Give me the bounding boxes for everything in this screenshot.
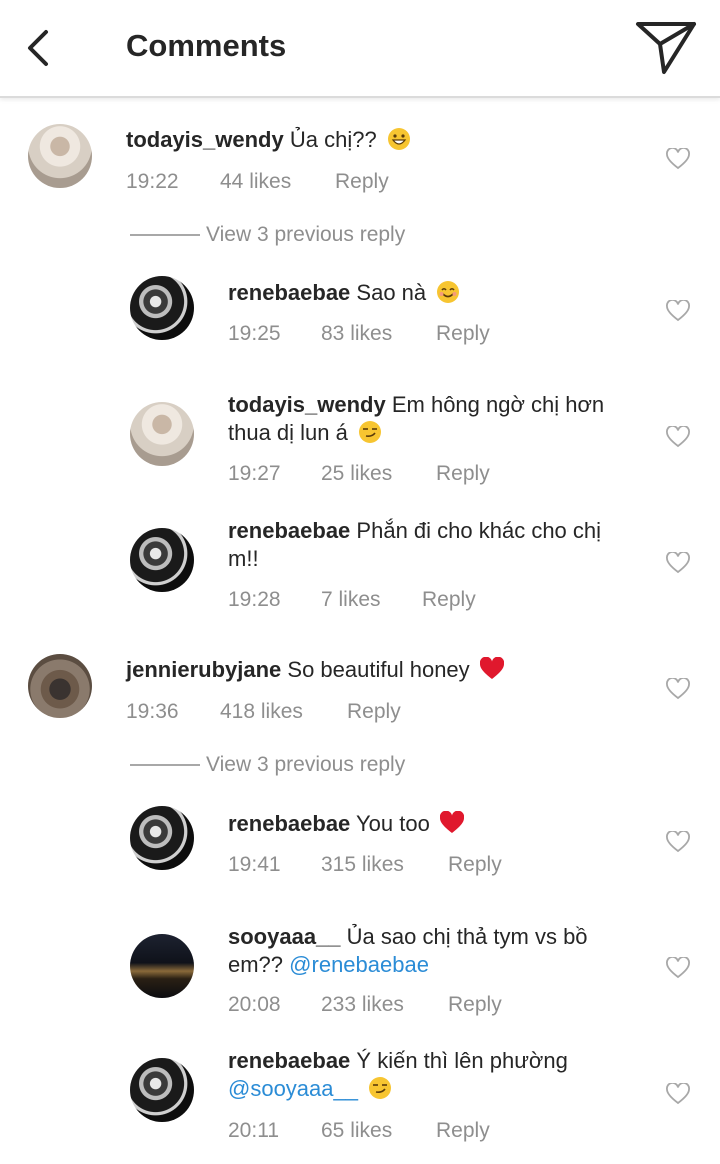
likes-count[interactable]: 233 likes <box>321 993 404 1017</box>
divider <box>130 764 200 767</box>
reply-button[interactable]: Reply <box>436 1119 490 1143</box>
smirk-emoji-icon <box>369 1077 392 1099</box>
username[interactable]: renebaebae <box>228 1048 350 1073</box>
likes-count[interactable]: 65 likes <box>321 1119 392 1143</box>
comment-body: Sao nà <box>356 280 427 305</box>
comment-time: 19:25 <box>228 322 281 345</box>
comment-body: thua dị lun á <box>228 420 348 445</box>
reply-button[interactable]: Reply <box>436 322 490 346</box>
view-previous-replies[interactable]: View 3 previous reply <box>130 753 405 777</box>
red-heart-emoji-icon <box>479 657 504 679</box>
mention-link[interactable]: @renebaebae <box>289 952 429 977</box>
avatar[interactable] <box>130 276 194 340</box>
comment-time: 20:08 <box>228 993 281 1016</box>
back-arrow-icon[interactable] <box>22 26 58 70</box>
username[interactable]: todayis_wendy <box>228 392 386 417</box>
comment-text: renebaebae You too <box>228 810 464 838</box>
avatar[interactable] <box>130 402 194 466</box>
username[interactable]: renebaebae <box>228 518 350 543</box>
comment-text-line2: em?? @renebaebae <box>228 951 429 979</box>
avatar[interactable] <box>130 934 194 998</box>
comment-text: renebaebae Sao nà <box>228 279 460 307</box>
comment-body: m!! <box>228 546 259 571</box>
header-bar: Comments <box>0 0 720 98</box>
reply-button[interactable]: Reply <box>448 993 502 1017</box>
like-heart-icon[interactable] <box>666 552 690 574</box>
reply-button[interactable]: Reply <box>448 853 502 877</box>
comment-body: Ủa sao chị thả tym vs bồ <box>346 924 588 949</box>
mention-link[interactable]: @sooyaaa__ <box>228 1076 358 1101</box>
username[interactable]: sooyaaa__ <box>228 924 341 949</box>
divider <box>130 234 200 237</box>
view-previous-label[interactable]: View 3 previous reply <box>206 753 405 776</box>
view-previous-label[interactable]: View 3 previous reply <box>206 223 405 246</box>
red-heart-emoji-icon <box>439 811 464 833</box>
comment-body: Em hông ngờ chị hơn <box>391 392 605 417</box>
comment-body: Phắn đi cho khác cho chị <box>356 518 602 543</box>
comment-text-line2: m!! <box>228 545 259 573</box>
avatar[interactable] <box>130 528 194 592</box>
comment-text-line2: thua dị lun á <box>228 419 382 447</box>
comment-time: 20:11 <box>228 1119 279 1142</box>
like-heart-icon[interactable] <box>666 148 690 170</box>
username[interactable]: todayis_wendy <box>126 127 284 152</box>
like-heart-icon[interactable] <box>666 678 690 700</box>
comment-text: todayis_wendy Ủa chị?? <box>126 126 411 154</box>
comment-body: You too <box>356 811 430 836</box>
reply-button[interactable]: Reply <box>422 588 476 612</box>
page-title: Comments <box>126 28 287 63</box>
comment-body: Ủa chị?? <box>289 127 377 152</box>
avatar[interactable] <box>130 806 194 870</box>
reply-button[interactable]: Reply <box>335 170 389 194</box>
likes-count[interactable]: 83 likes <box>321 322 392 346</box>
likes-count[interactable]: 44 likes <box>220 170 291 194</box>
username[interactable]: renebaebae <box>228 280 350 305</box>
comment-body: em?? <box>228 952 284 977</box>
grin-emoji-icon <box>387 128 410 150</box>
comment-time: 19:27 <box>228 462 281 485</box>
like-heart-icon[interactable] <box>666 1083 690 1105</box>
like-heart-icon[interactable] <box>666 831 690 853</box>
smirk-emoji-icon <box>359 421 381 443</box>
comment-text: renebaebae Phắn đi cho khác cho chị <box>228 517 601 545</box>
avatar[interactable] <box>28 124 92 188</box>
likes-count[interactable]: 25 likes <box>321 462 392 486</box>
comment-text: jennierubyjane So beautiful honey <box>126 656 504 684</box>
avatar[interactable] <box>130 1058 194 1122</box>
comment-time: 19:28 <box>228 588 281 611</box>
comment-body: So beautiful honey <box>287 657 470 682</box>
view-previous-replies[interactable]: View 3 previous reply <box>130 223 405 247</box>
reply-button[interactable]: Reply <box>436 462 490 486</box>
comment-text: sooyaaa__ Ủa sao chị thả tym vs bồ <box>228 923 588 951</box>
likes-count[interactable]: 418 likes <box>220 700 303 724</box>
comment-body: Ý kiến thì lên phường <box>356 1048 568 1073</box>
direct-message-icon[interactable] <box>634 16 698 78</box>
username[interactable]: jennierubyjane <box>126 657 281 682</box>
username[interactable]: renebaebae <box>228 811 350 836</box>
like-heart-icon[interactable] <box>666 426 690 448</box>
comment-text: renebaebae Ý kiến thì lên phường <box>228 1047 568 1075</box>
comment-time: 19:36 <box>126 700 179 723</box>
likes-count[interactable]: 315 likes <box>321 853 404 877</box>
comment-text: todayis_wendy Em hông ngờ chị hơn <box>228 391 604 419</box>
like-heart-icon[interactable] <box>666 300 690 322</box>
reply-button[interactable]: Reply <box>347 700 401 724</box>
comment-time: 19:41 <box>228 853 281 876</box>
comment-text-line2: @sooyaaa__ <box>228 1075 392 1103</box>
comment-time: 19:22 <box>126 170 179 193</box>
smile-emoji-icon <box>437 281 460 303</box>
likes-count[interactable]: 7 likes <box>321 588 381 612</box>
like-heart-icon[interactable] <box>666 957 690 979</box>
avatar[interactable] <box>28 654 92 718</box>
